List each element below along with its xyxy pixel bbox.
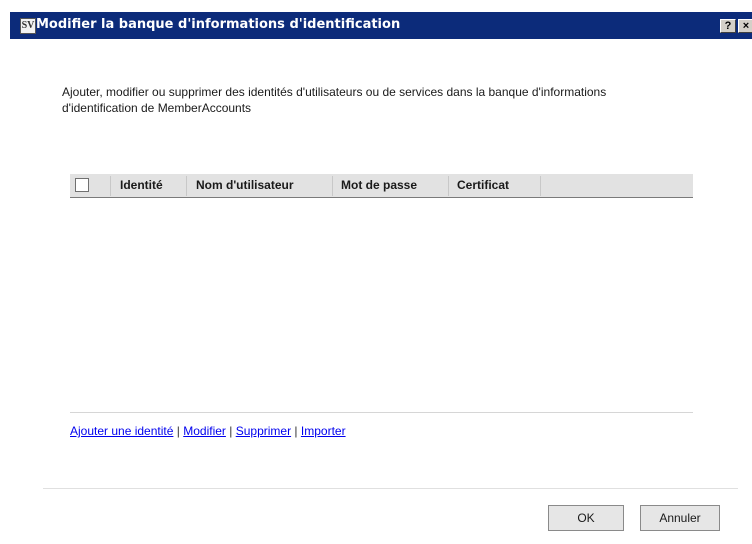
cancel-button[interactable]: Annuler bbox=[640, 505, 720, 531]
column-separator bbox=[186, 176, 187, 196]
import-link[interactable]: Importer bbox=[301, 424, 346, 438]
column-header-username[interactable]: Nom d'utilisateur bbox=[196, 178, 294, 192]
column-header-certificate[interactable]: Certificat bbox=[457, 178, 509, 192]
title-bar: SV Modifier la banque d'informations d'i… bbox=[10, 12, 752, 39]
column-separator bbox=[110, 176, 111, 196]
column-separator bbox=[448, 176, 449, 196]
column-separator bbox=[332, 176, 333, 196]
column-header-password[interactable]: Mot de passe bbox=[341, 178, 417, 192]
link-separator: | bbox=[229, 424, 233, 438]
column-header-identity[interactable]: Identité bbox=[120, 178, 163, 192]
link-separator: | bbox=[294, 424, 298, 438]
select-all-checkbox[interactable] bbox=[75, 178, 89, 192]
window-title: Modifier la banque d'informations d'iden… bbox=[36, 17, 401, 32]
identity-table-header: Identité Nom d'utilisateur Mot de passe … bbox=[70, 174, 693, 198]
ok-button[interactable]: OK bbox=[548, 505, 624, 531]
credential-store-dialog: SV Modifier la banque d'informations d'i… bbox=[0, 0, 752, 544]
links-divider bbox=[70, 412, 693, 413]
action-links: Ajouter une identité | Modifier | Suppri… bbox=[70, 424, 346, 438]
help-button[interactable]: ? bbox=[720, 19, 736, 33]
dialog-description: Ajouter, modifier ou supprimer des ident… bbox=[62, 85, 607, 115]
edit-link[interactable]: Modifier bbox=[183, 424, 226, 438]
link-separator: | bbox=[176, 424, 180, 438]
footer-divider bbox=[43, 488, 738, 489]
app-icon: SV bbox=[20, 18, 36, 34]
column-separator bbox=[540, 176, 541, 196]
close-button[interactable]: × bbox=[738, 19, 752, 33]
add-identity-link[interactable]: Ajouter une identité bbox=[70, 424, 173, 438]
delete-link[interactable]: Supprimer bbox=[236, 424, 291, 438]
